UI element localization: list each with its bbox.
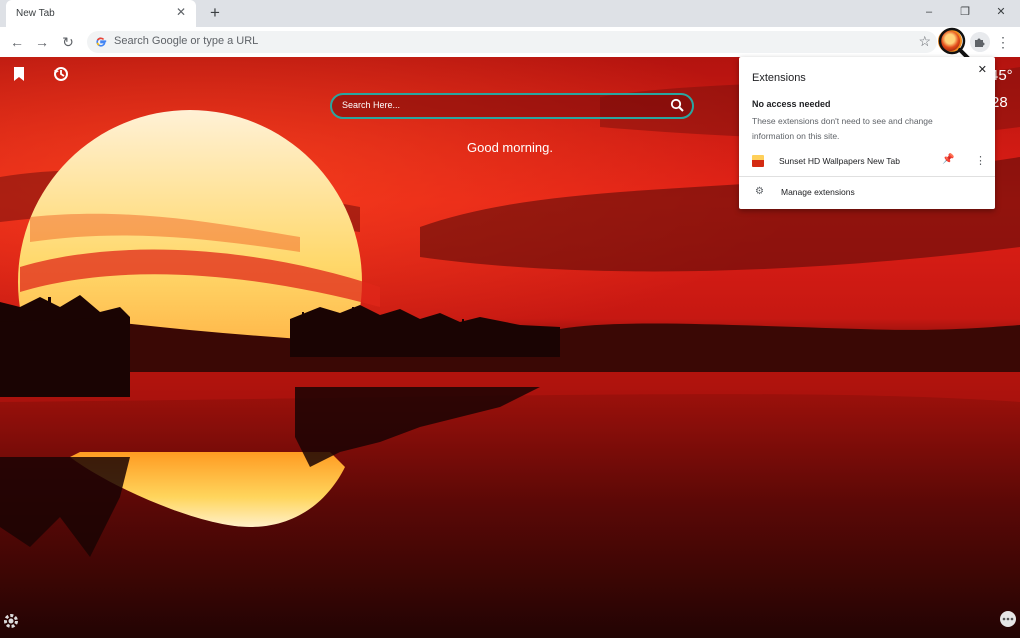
bookmark-icon[interactable]: [10, 65, 28, 83]
history-icon[interactable]: [52, 65, 70, 83]
popup-section-heading: No access needed: [752, 99, 831, 109]
close-window-button[interactable]: ✕: [990, 3, 1012, 21]
extension-item[interactable]: Sunset HD Wallpapers New Tab 📌 ⋮: [739, 151, 995, 173]
popup-description: These extensions don't need to see and c…: [752, 116, 933, 141]
close-icon[interactable]: ✕: [978, 63, 987, 76]
page-search-placeholder: Search Here...: [342, 100, 401, 110]
popup-title: Extensions: [752, 72, 806, 84]
settings-icon[interactable]: [2, 612, 20, 630]
extension-more-icon[interactable]: ⋮: [975, 154, 986, 167]
omnibox-placeholder: Search Google or type a URL: [114, 35, 259, 47]
minimize-button[interactable]: –: [918, 3, 940, 21]
restore-button[interactable]: ❐: [954, 3, 976, 21]
google-icon: [96, 37, 107, 47]
forward-arrow-icon[interactable]: →: [33, 33, 51, 51]
tab-strip: New Tab ✕ + – ❐ ✕: [0, 0, 1020, 27]
gear-icon: ⚙: [755, 186, 764, 197]
manage-extensions-label: Manage extensions: [781, 187, 855, 197]
menu-icon[interactable]: ⋮: [996, 32, 1010, 52]
more-icon[interactable]: [999, 610, 1017, 628]
popup-divider: [739, 176, 995, 177]
reload-icon[interactable]: ↻: [59, 33, 77, 51]
puzzle-icon[interactable]: [970, 32, 990, 52]
extensions-popup: Extensions ✕ No access needed These exte…: [739, 57, 995, 209]
tab-new-tab[interactable]: New Tab ✕: [6, 0, 196, 27]
page-search-input[interactable]: Search Here...: [330, 93, 694, 119]
search-icon[interactable]: [670, 98, 684, 112]
extension-logo-icon: [752, 155, 764, 167]
back-arrow-icon[interactable]: ←: [8, 33, 26, 51]
extension-avatar-icon[interactable]: [938, 29, 962, 53]
omnibox[interactable]: Search Google or type a URL ☆: [87, 31, 937, 53]
star-icon[interactable]: ☆: [918, 33, 931, 50]
tab-title: New Tab: [16, 8, 55, 19]
pin-icon[interactable]: 📌: [942, 154, 954, 165]
greeting-label: Good morning.: [467, 140, 553, 155]
new-tab-button[interactable]: +: [205, 3, 225, 23]
extension-name: Sunset HD Wallpapers New Tab: [779, 156, 900, 166]
browser-toolbar: ← → ↻ Search Google or type a URL ☆ ⋮: [0, 27, 1020, 65]
manage-extensions-button[interactable]: ⚙ Manage extensions: [739, 183, 995, 203]
tab-close-icon[interactable]: ✕: [174, 5, 188, 19]
